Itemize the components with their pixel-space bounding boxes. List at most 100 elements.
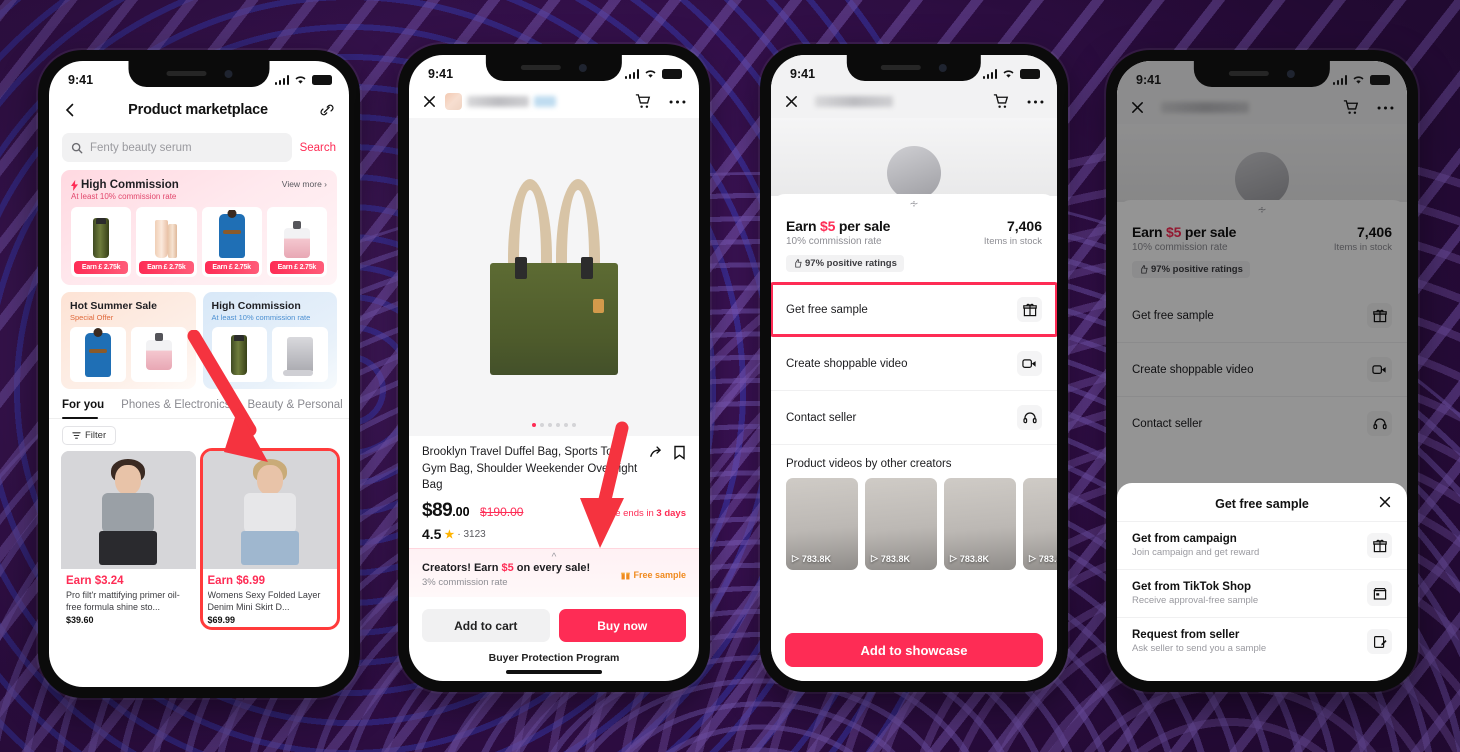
promo-item[interactable]: Earn £ 2.75k bbox=[266, 207, 327, 277]
search-placeholder: Fenty beauty serum bbox=[90, 141, 192, 154]
promo-card-hot-summer-sale[interactable]: Hot Summer Sale Special Offer bbox=[61, 292, 196, 389]
modal-option-request-from-seller[interactable]: Request from seller Ask seller to send y… bbox=[1117, 617, 1407, 665]
more-horizontal-icon[interactable] bbox=[669, 99, 686, 105]
model-art bbox=[61, 451, 196, 569]
cart-icon[interactable] bbox=[635, 93, 652, 110]
product-card[interactable]: Earn $3.24 Pro filt'r mattifying primer … bbox=[61, 451, 196, 628]
product-grid: Earn $3.24 Pro filt'r mattifying primer … bbox=[49, 447, 349, 631]
product-image bbox=[202, 451, 337, 569]
promo-card-high-commission[interactable]: High Commission At least 10% commission … bbox=[202, 292, 337, 389]
screen-marketplace: 9:41 Product marketplace Fenty beauty se… bbox=[49, 61, 349, 687]
more-horizontal-icon[interactable] bbox=[1027, 99, 1044, 105]
action-contact-seller[interactable]: Contact seller bbox=[771, 390, 1057, 444]
product-thumbnail bbox=[74, 210, 128, 258]
search-icon bbox=[71, 142, 83, 153]
product-name: Pro filt'r mattifying primer oil-free fo… bbox=[66, 590, 180, 613]
product-price: $69.99 bbox=[207, 615, 236, 626]
filter-icon bbox=[72, 432, 81, 439]
creator-commission-banner[interactable]: ^ Creators! Earn $5 on every sale! 3% co… bbox=[409, 548, 699, 598]
video-card[interactable]: ▷783.8K bbox=[1023, 478, 1057, 570]
promo-item[interactable]: Earn £ 2.75k bbox=[71, 207, 132, 277]
tab-phones-electronics[interactable]: Phones & Electronics bbox=[121, 399, 230, 418]
phone-product-detail: 9:41 Brooklyn Travel Duffel Bag, Sports … bbox=[398, 44, 710, 692]
product-thumbnail bbox=[205, 210, 259, 258]
category-tabs: For you Phones & Electronics Beauty & Pe… bbox=[49, 389, 349, 419]
banner-title: High Commission bbox=[81, 179, 179, 191]
modal-title: Get free sample bbox=[1215, 497, 1309, 511]
device-notch bbox=[1193, 61, 1331, 87]
video-views: ▷783.8K bbox=[1029, 553, 1057, 564]
promo-item[interactable]: Earn £ 2.75k bbox=[136, 207, 197, 277]
positive-ratings-badge: 97% positive ratings bbox=[786, 255, 904, 272]
promo-card-title: Hot Summer Sale bbox=[70, 300, 157, 312]
product-thumbnail bbox=[139, 210, 193, 258]
tab-for-you[interactable]: For you bbox=[62, 399, 104, 419]
chevron-double-down-icon[interactable]: ∻ bbox=[771, 194, 1057, 210]
shop-name-redacted[interactable] bbox=[445, 93, 556, 110]
price-main: $89 bbox=[422, 500, 453, 522]
product-card-selected[interactable]: Earn $6.99 Womens Sexy Folded Layer Deni… bbox=[199, 447, 340, 631]
gift-icon bbox=[1017, 297, 1042, 322]
add-to-cart-button[interactable]: Add to cart bbox=[422, 609, 550, 643]
banner-title-row: High Commission bbox=[71, 179, 179, 191]
signal-bars-icon bbox=[624, 69, 639, 79]
creator-video-strip[interactable]: ▷783.8K ▷783.8K ▷783.8K ▷783.8K bbox=[771, 478, 1057, 570]
commission-amount: $5 bbox=[501, 562, 514, 575]
close-icon[interactable] bbox=[422, 94, 437, 109]
product-title: Brooklyn Travel Duffel Bag, Sports Tote … bbox=[422, 446, 638, 492]
outfit-art bbox=[84, 327, 111, 377]
filter-button[interactable]: Filter bbox=[62, 426, 117, 445]
cart-icon[interactable] bbox=[993, 93, 1010, 110]
wifi-icon bbox=[645, 70, 656, 78]
product-thumbnail[interactable] bbox=[70, 327, 126, 382]
high-commission-banner[interactable]: High Commission At least 10% commission … bbox=[61, 170, 337, 285]
buyer-protection-label[interactable]: Buyer Protection Program bbox=[409, 642, 699, 664]
view-more-link[interactable]: View more › bbox=[282, 179, 327, 189]
device-notch bbox=[485, 55, 623, 81]
promo-card-row: Hot Summer Sale Special Offer High Commi… bbox=[61, 292, 337, 389]
phone-marketplace: 9:41 Product marketplace Fenty beauty se… bbox=[38, 50, 360, 698]
chevron-left-icon[interactable] bbox=[62, 102, 78, 118]
earn-amount: $5 bbox=[820, 218, 836, 234]
tab-beauty-personal[interactable]: Beauty & Personal bbox=[247, 399, 342, 418]
share-icon[interactable] bbox=[649, 445, 664, 460]
rating-count: · 3123 bbox=[457, 528, 486, 540]
bookmark-icon[interactable] bbox=[673, 445, 686, 460]
promo-item[interactable]: Earn £ 2.75k bbox=[201, 207, 262, 277]
product-gallery[interactable] bbox=[409, 118, 699, 436]
add-to-showcase-button[interactable]: Add to showcase bbox=[785, 633, 1043, 667]
chevron-up-icon[interactable]: ^ bbox=[552, 552, 557, 563]
video-card[interactable]: ▷783.8K bbox=[865, 478, 937, 570]
sheet-footer: Add to showcase bbox=[771, 624, 1057, 681]
product-thumbnail bbox=[270, 210, 324, 258]
action-get-free-sample[interactable]: Get free sample bbox=[771, 282, 1057, 337]
close-icon[interactable] bbox=[784, 94, 799, 109]
product-thumbnail[interactable] bbox=[211, 327, 268, 382]
device-notch bbox=[128, 61, 270, 87]
signal-bars-icon bbox=[982, 69, 997, 79]
battery-icon bbox=[312, 75, 332, 85]
bottle-art bbox=[93, 218, 110, 258]
video-card[interactable]: ▷783.8K bbox=[786, 478, 858, 570]
status-time: 9:41 bbox=[428, 67, 454, 81]
product-thumbnail[interactable] bbox=[272, 327, 328, 382]
search-input[interactable]: Fenty beauty serum bbox=[62, 133, 292, 162]
action-create-shoppable-video[interactable]: Create shoppable video bbox=[771, 336, 1057, 390]
front-camera bbox=[578, 63, 587, 72]
link-icon[interactable] bbox=[318, 101, 336, 119]
cta-row: Add to cart Buy now bbox=[409, 597, 699, 643]
creator-banner-subtitle: 3% commission rate bbox=[422, 577, 508, 589]
product-thumbnail[interactable] bbox=[130, 327, 187, 382]
buy-now-button[interactable]: Buy now bbox=[558, 609, 686, 643]
video-views: ▷783.8K bbox=[792, 553, 831, 564]
close-icon[interactable] bbox=[1378, 495, 1392, 512]
video-card[interactable]: ▷783.8K bbox=[944, 478, 1016, 570]
modal-option-get-from-campaign[interactable]: Get from campaign Join campaign and get … bbox=[1117, 521, 1407, 569]
play-icon: ▷ bbox=[871, 553, 878, 563]
search-button[interactable]: Search bbox=[300, 142, 336, 154]
navigation-bar bbox=[409, 89, 699, 118]
modal-option-get-from-tiktok-shop[interactable]: Get from TikTok Shop Receive approval-fr… bbox=[1117, 569, 1407, 617]
video-views: ▷783.8K bbox=[871, 553, 910, 564]
shop-name-redacted[interactable] bbox=[807, 96, 893, 107]
status-time: 9:41 bbox=[1136, 73, 1162, 87]
